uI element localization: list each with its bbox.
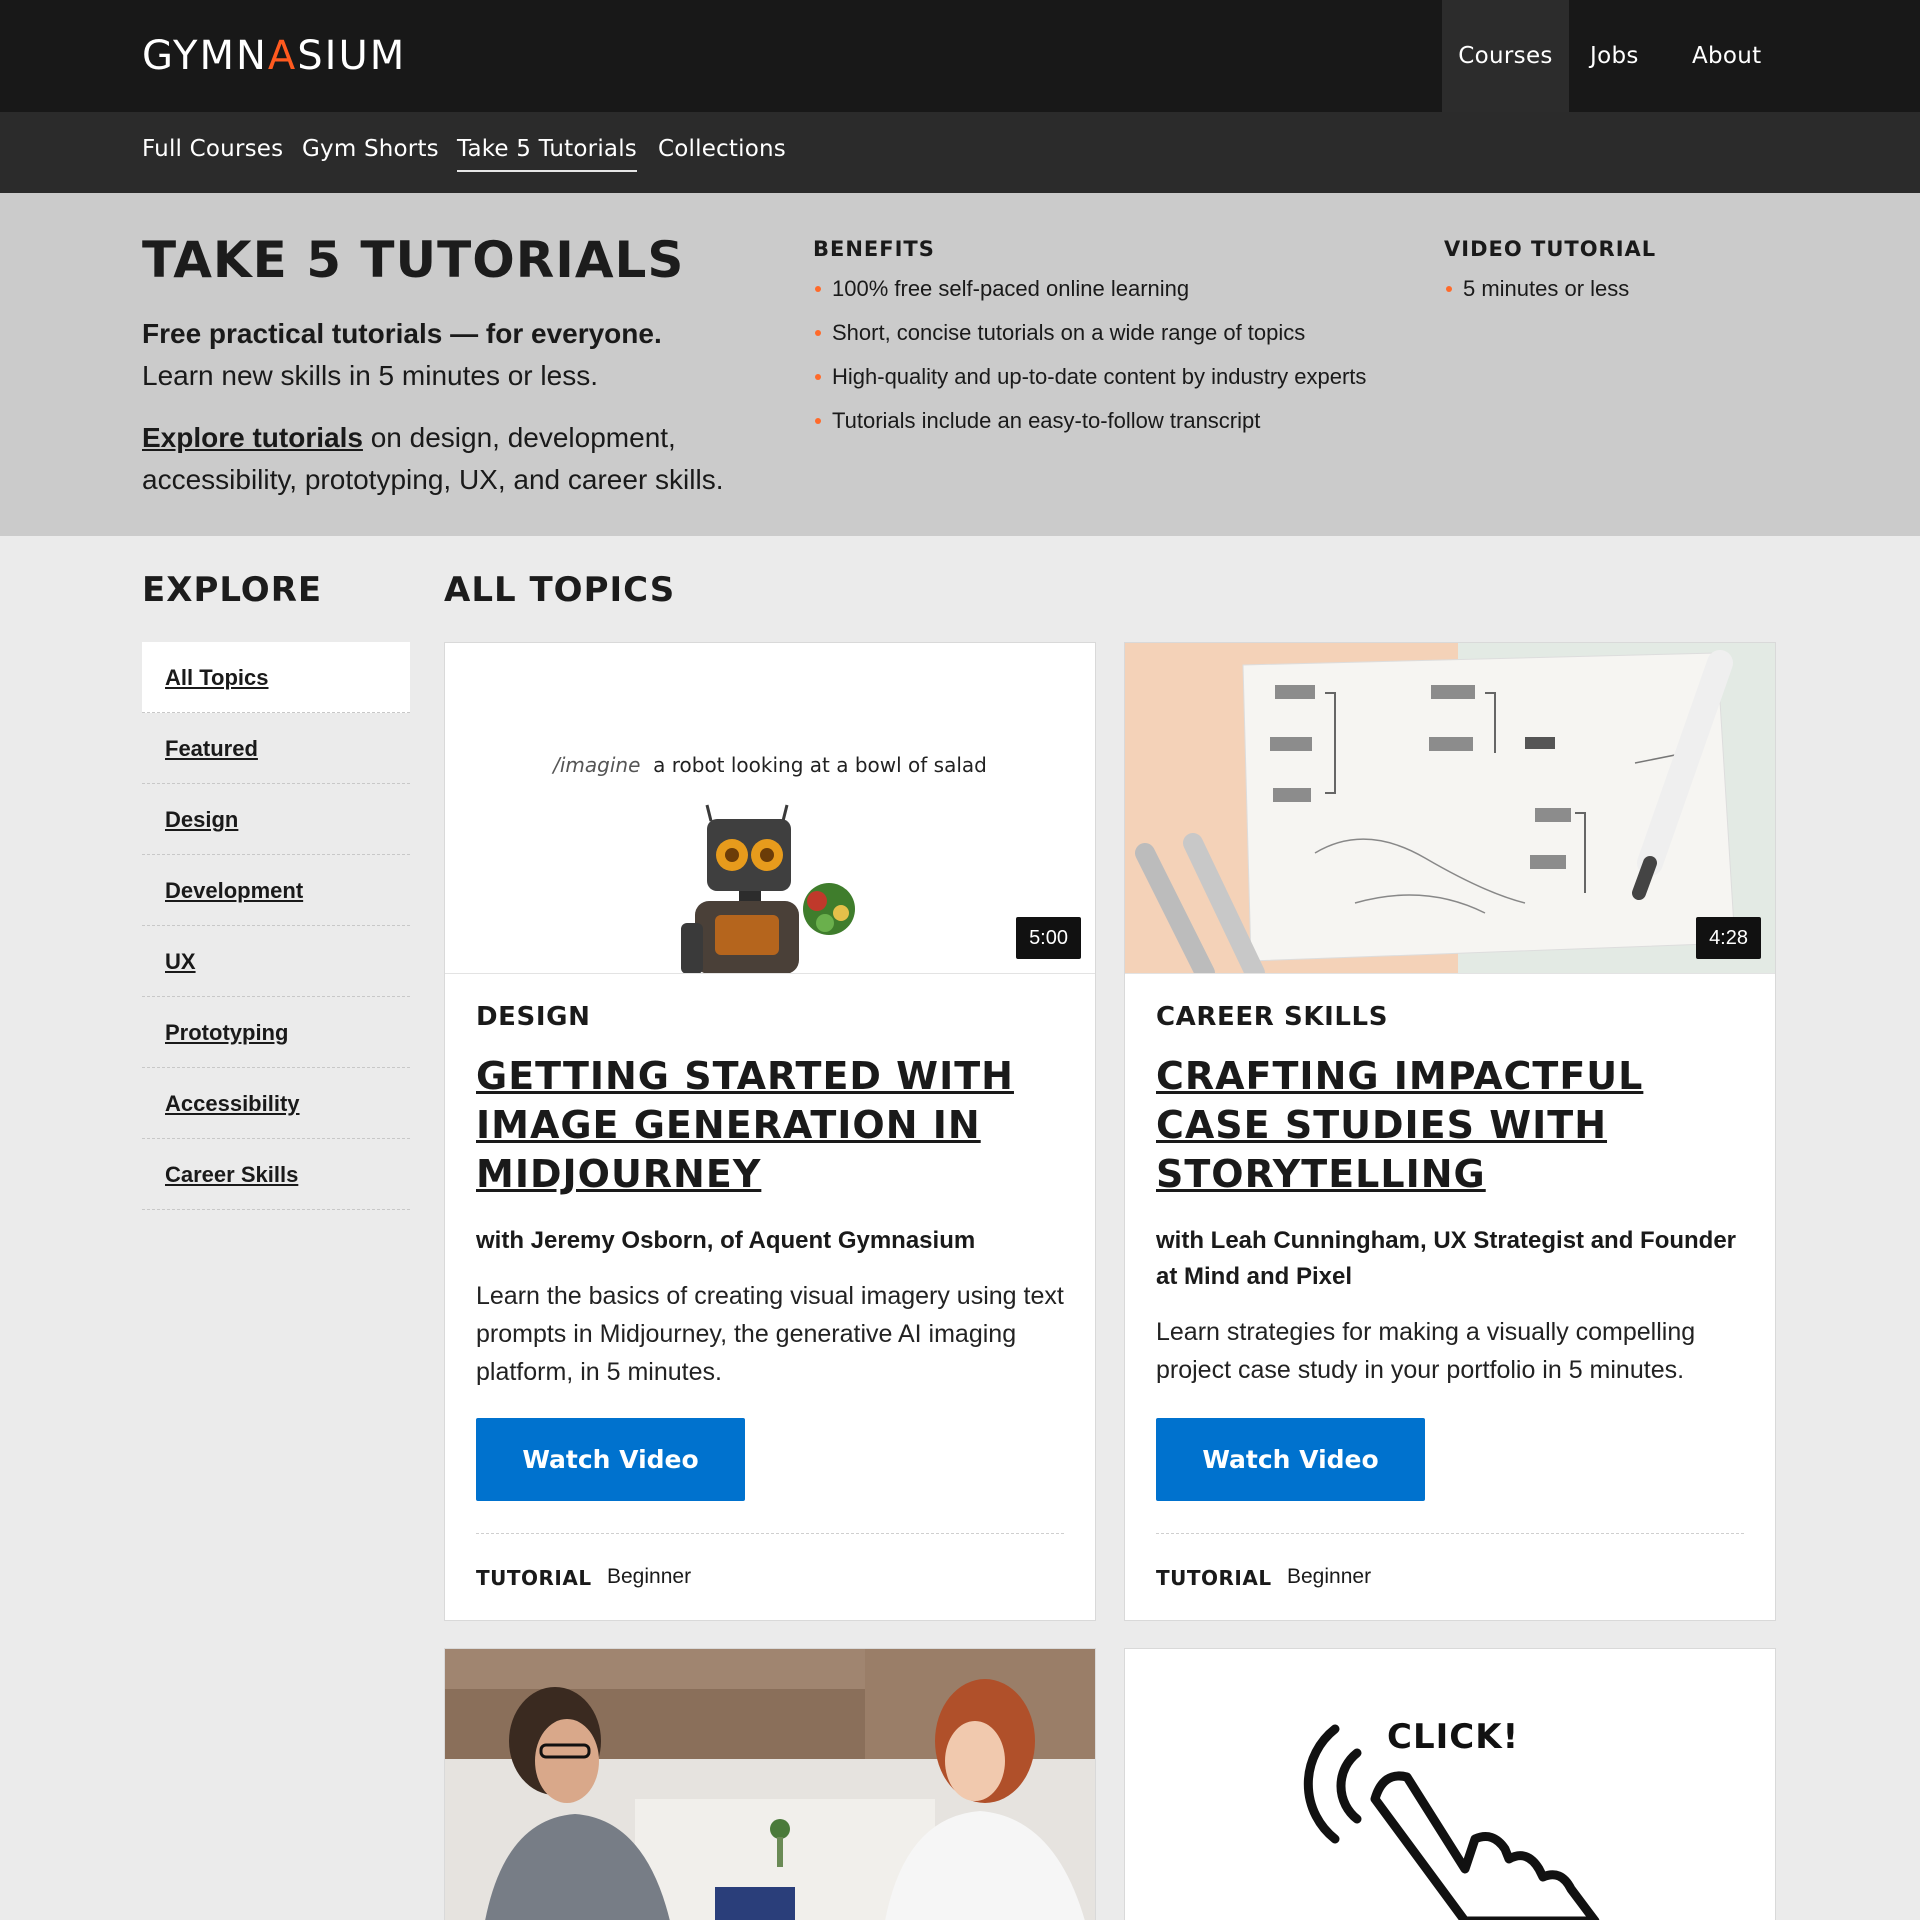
explore-heading: EXPLORE xyxy=(142,570,323,610)
logo-accent-letter: A xyxy=(267,33,298,79)
page-title: TAKE 5 TUTORIALS xyxy=(142,231,685,289)
card-thumbnail[interactable]: /imagine a robot looking at a bowl of sa… xyxy=(445,643,1095,974)
nav-about[interactable]: About xyxy=(1692,0,1762,112)
card-title-link[interactable]: Getting Started with Image Generation in… xyxy=(476,1052,1064,1199)
subnav-collections[interactable]: Collections xyxy=(658,136,786,170)
benefits-list: 100% free self-paced online learning Sho… xyxy=(813,267,1423,443)
sidebar-item-career-skills[interactable]: Career Skills xyxy=(142,1139,410,1210)
card-type: TUTORIAL xyxy=(476,1566,592,1590)
card-thumbnail[interactable]: CLICK! xyxy=(1125,1649,1775,1920)
card-author: with Leah Cunningham, UX Strategist and … xyxy=(1156,1227,1737,1290)
card-level: Beginner xyxy=(1287,1565,1372,1588)
card-footer: TUTORIAL Beginner xyxy=(1156,1533,1744,1619)
hero-explore: Explore tutorials on design, development… xyxy=(142,417,782,501)
card-footer: TUTORIAL Beginner xyxy=(476,1533,1064,1619)
video-duration-badge: 4:28 xyxy=(1696,917,1761,959)
sidebar-item-featured[interactable]: Featured xyxy=(142,713,410,784)
video-duration-badge: 5:00 xyxy=(1016,917,1081,959)
benefit-item: Tutorials include an easy-to-follow tran… xyxy=(813,399,1423,443)
sidebar-item-design[interactable]: Design xyxy=(142,784,410,855)
watch-video-button[interactable]: Watch Video xyxy=(476,1418,745,1501)
nav-courses[interactable]: Courses xyxy=(1442,0,1569,112)
benefits-heading: BENEFITS xyxy=(813,237,935,261)
tutorial-card xyxy=(444,1648,1096,1920)
card-author: with Jeremy Osborn, of Aquent Gymnasium xyxy=(476,1227,976,1254)
tutorial-card: /imagine a robot looking at a bowl of sa… xyxy=(444,642,1096,1621)
logo-text-part: GYMN xyxy=(142,33,268,79)
sketch-paper-illustration xyxy=(1135,650,1736,973)
sidebar-item-prototyping[interactable]: Prototyping xyxy=(142,997,410,1068)
sidebar-item-ux[interactable]: UX xyxy=(142,926,410,997)
watch-video-button[interactable]: Watch Video xyxy=(1156,1418,1425,1501)
gymnasium-logo[interactable]: GYMNASIUM xyxy=(142,34,406,78)
sub-nav: Full Courses Gym Shorts Take 5 Tutorials… xyxy=(0,112,1920,193)
card-category: DESIGN xyxy=(476,1002,591,1032)
all-topics-heading: ALL TOPICS xyxy=(444,570,676,610)
card-description: Learn the basics of creating visual imag… xyxy=(476,1282,1064,1386)
explore-sidebar: All Topics Featured Design Development U… xyxy=(142,642,410,1210)
hero-section: TAKE 5 TUTORIALS Free practical tutorial… xyxy=(0,193,1920,536)
video-tutorial-heading: VIDEO TUTORIAL xyxy=(1444,237,1657,261)
subnav-full-courses[interactable]: Full Courses xyxy=(142,136,283,170)
card-body: CAREER SKILLS Crafting Impactful Case St… xyxy=(1125,974,1775,1389)
robot-illustration xyxy=(681,804,855,973)
card-title-link[interactable]: Crafting Impactful Case Studies with Sto… xyxy=(1156,1052,1744,1199)
card-description: Learn strategies for making a visually c… xyxy=(1156,1318,1696,1384)
top-header: GYMNASIUM Courses Jobs About xyxy=(0,0,1920,112)
logo-text-part: SIUM xyxy=(297,33,407,79)
benefit-item: Short, concise tutorials on a wide range… xyxy=(813,311,1423,355)
sidebar-item-development[interactable]: Development xyxy=(142,855,410,926)
nav-jobs[interactable]: Jobs xyxy=(1590,0,1639,112)
subnav-take-5-tutorials[interactable]: Take 5 Tutorials xyxy=(457,136,637,172)
card-thumbnail[interactable] xyxy=(445,1649,1095,1920)
hero-lead-strong: Free practical tutorials — for everyone. xyxy=(142,318,662,349)
card-category: CAREER SKILLS xyxy=(1156,1002,1389,1032)
tutorial-card: CLICK! xyxy=(1124,1648,1776,1920)
card-type: TUTORIAL xyxy=(1156,1566,1272,1590)
card-thumbnail[interactable]: 4:28 xyxy=(1125,643,1775,974)
hero-lead: Free practical tutorials — for everyone.… xyxy=(142,313,782,397)
meeting-photo xyxy=(445,1649,1095,1920)
tutorial-card: 4:28 CAREER SKILLS Crafting Impactful Ca… xyxy=(1124,642,1776,1621)
card-body: DESIGN Getting Started with Image Genera… xyxy=(445,974,1095,1391)
video-tutorial-list: 5 minutes or less xyxy=(1444,267,1764,311)
subnav-gym-shorts[interactable]: Gym Shorts xyxy=(302,136,439,170)
sidebar-item-accessibility[interactable]: Accessibility xyxy=(142,1068,410,1139)
hero-lead-text: Learn new skills in 5 minutes or less. xyxy=(142,360,598,391)
video-tutorial-item: 5 minutes or less xyxy=(1444,267,1764,311)
explore-tutorials-link[interactable]: Explore tutorials xyxy=(142,422,363,453)
sidebar-item-all-topics[interactable]: All Topics xyxy=(142,642,410,713)
card-level: Beginner xyxy=(607,1565,692,1588)
benefit-item: 100% free self-paced online learning xyxy=(813,267,1423,311)
benefit-item: High-quality and up-to-date content by i… xyxy=(813,355,1423,399)
hand-click-icon xyxy=(1303,1724,1600,1920)
